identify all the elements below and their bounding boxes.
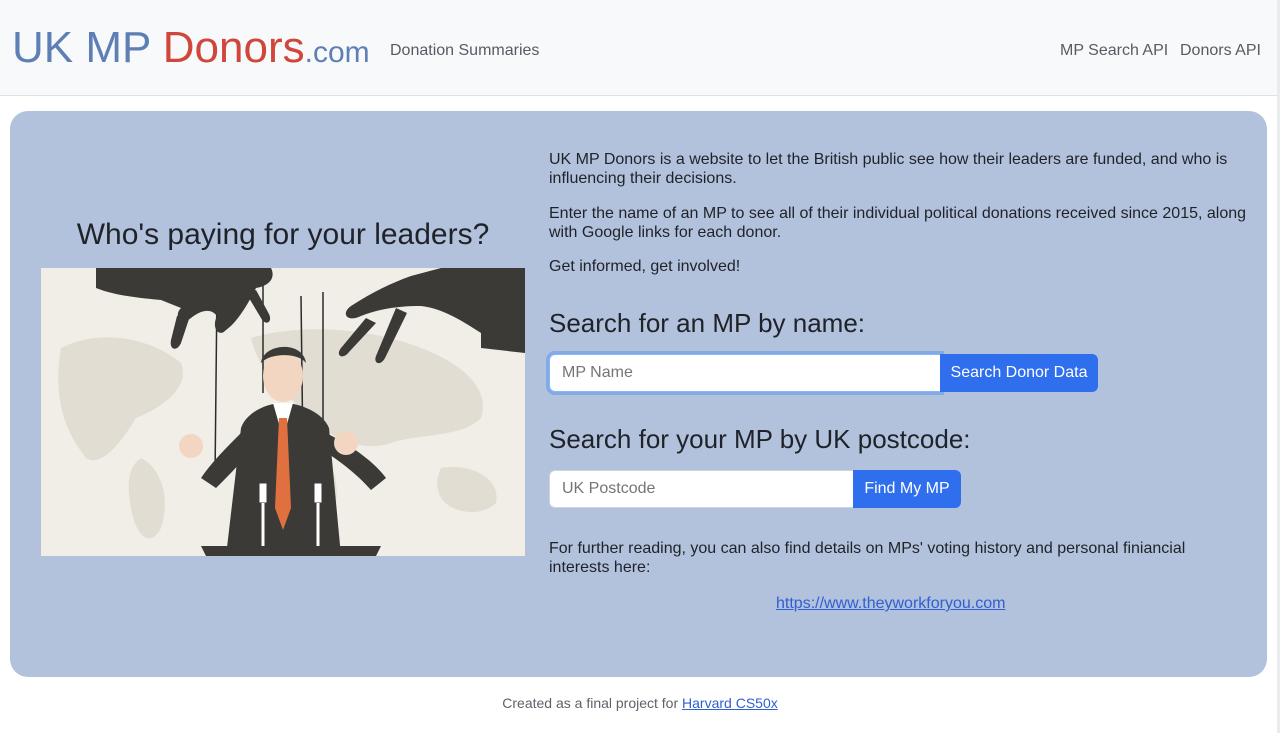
search-donor-data-button[interactable]: Search Donor Data (940, 354, 1098, 392)
uk-postcode-input[interactable] (549, 470, 854, 508)
footer-text: Created as a final project for (502, 695, 683, 711)
brand-text-donors: Donors (162, 23, 305, 72)
brand-text-dotcom: .com (304, 36, 370, 69)
puppet-politician-illustration (41, 268, 525, 556)
call-to-action-text: Get informed, get involved! (549, 258, 741, 275)
navbar: UK MP Donors.com Donation Summaries MP S… (0, 0, 1280, 96)
brand-text-uk-mp: UK MP (12, 23, 163, 72)
instructions-text: Enter the name of an MP to see all of th… (549, 205, 1247, 241)
brand-logo[interactable]: UK MP Donors.com (12, 22, 370, 79)
nav-link-donation-summaries[interactable]: Donation Summaries (390, 41, 539, 61)
nav-link-mp-search-api[interactable]: MP Search API (1060, 41, 1168, 61)
theyworkforyou-link[interactable]: https://www.theyworkforyou.com (776, 594, 1005, 613)
footer: Created as a final project for Harvard C… (0, 694, 1280, 712)
intro-text: UK MP Donors is a website to let the Bri… (549, 151, 1228, 187)
hero-title: Who's paying for your leaders? (76, 218, 490, 251)
mp-name-input[interactable] (549, 354, 941, 392)
further-reading-text: For further reading, you can also find d… (549, 540, 1186, 576)
search-by-postcode-heading: Search for your MP by UK postcode: (549, 424, 971, 454)
nav-link-donors-api[interactable]: Donors API (1180, 41, 1261, 61)
search-by-name-heading: Search for an MP by name: (549, 308, 866, 338)
harvard-cs50x-link[interactable]: Harvard CS50x (682, 695, 778, 711)
find-my-mp-button[interactable]: Find My MP (853, 470, 961, 508)
